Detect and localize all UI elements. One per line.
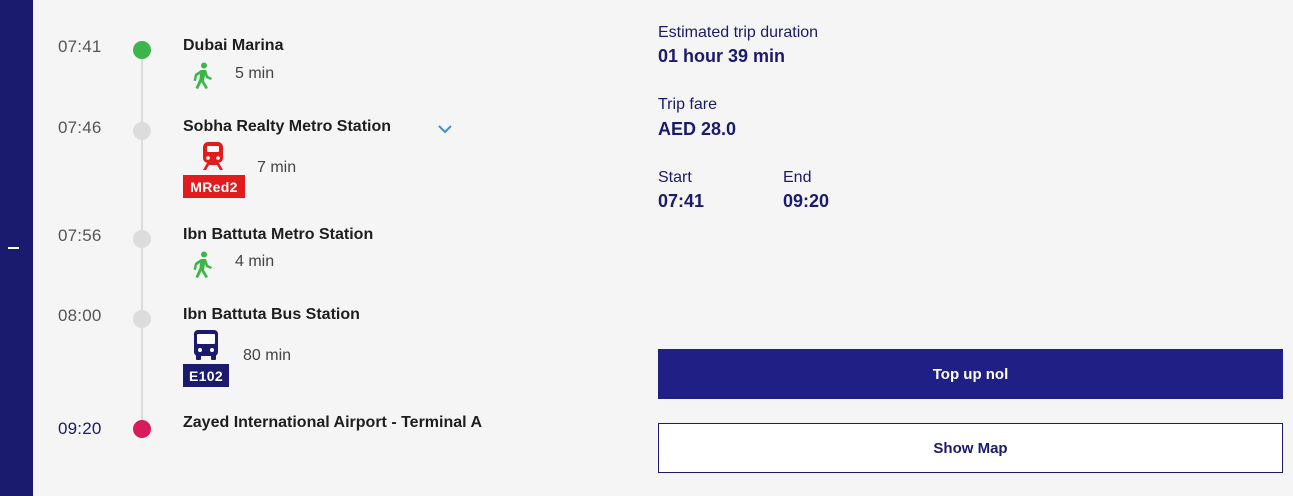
stop-name: Ibn Battuta Metro Station bbox=[183, 226, 374, 243]
fare-value: AED 28.0 bbox=[658, 119, 737, 139]
stop-name: Zayed International Airport - Terminal A bbox=[183, 414, 482, 431]
stop-time: 08:00 bbox=[58, 306, 102, 325]
stop-time: 07:41 bbox=[58, 37, 102, 56]
stop-dot bbox=[133, 122, 151, 140]
metro-line-badge: MRed2 bbox=[183, 175, 245, 198]
duration-label: Estimated trip duration bbox=[658, 24, 819, 41]
stop-dot bbox=[133, 230, 151, 248]
start-point-dot bbox=[133, 41, 151, 59]
leg-duration: 80 min bbox=[243, 347, 292, 364]
leg-duration: 4 min bbox=[235, 253, 275, 270]
end-label: End bbox=[783, 169, 812, 186]
stop-name: Dubai Marina bbox=[183, 37, 284, 54]
stop-dot bbox=[133, 310, 151, 328]
stop-time: 07:46 bbox=[58, 118, 102, 137]
duration-value: 01 hour 39 min bbox=[658, 46, 786, 66]
start-label: Start bbox=[658, 169, 692, 186]
side-panel-strip bbox=[0, 0, 33, 496]
show-map-button[interactable]: Show Map bbox=[658, 423, 1283, 473]
top-up-nol-button[interactable]: Top up nol bbox=[658, 349, 1283, 399]
stop-time: 07:56 bbox=[58, 226, 102, 245]
start-value: 07:41 bbox=[658, 191, 705, 211]
chevron-down-icon[interactable] bbox=[436, 120, 454, 138]
end-value: 09:20 bbox=[783, 191, 830, 211]
walking-person-icon bbox=[190, 251, 214, 284]
collapse-toggle-icon[interactable] bbox=[8, 247, 19, 249]
stop-time: 09:20 bbox=[58, 419, 102, 438]
fare-label: Trip fare bbox=[658, 96, 717, 113]
end-point-dot bbox=[133, 420, 151, 438]
leg-duration: 5 min bbox=[235, 65, 275, 82]
leg-duration: 7 min bbox=[257, 159, 297, 176]
bus-icon bbox=[192, 329, 220, 366]
stop-name: Sobha Realty Metro Station bbox=[183, 118, 392, 135]
metro-train-icon bbox=[200, 141, 226, 176]
bus-line-badge: E102 bbox=[183, 364, 229, 387]
walking-person-icon bbox=[190, 62, 214, 95]
stop-name: Ibn Battuta Bus Station bbox=[183, 306, 360, 323]
